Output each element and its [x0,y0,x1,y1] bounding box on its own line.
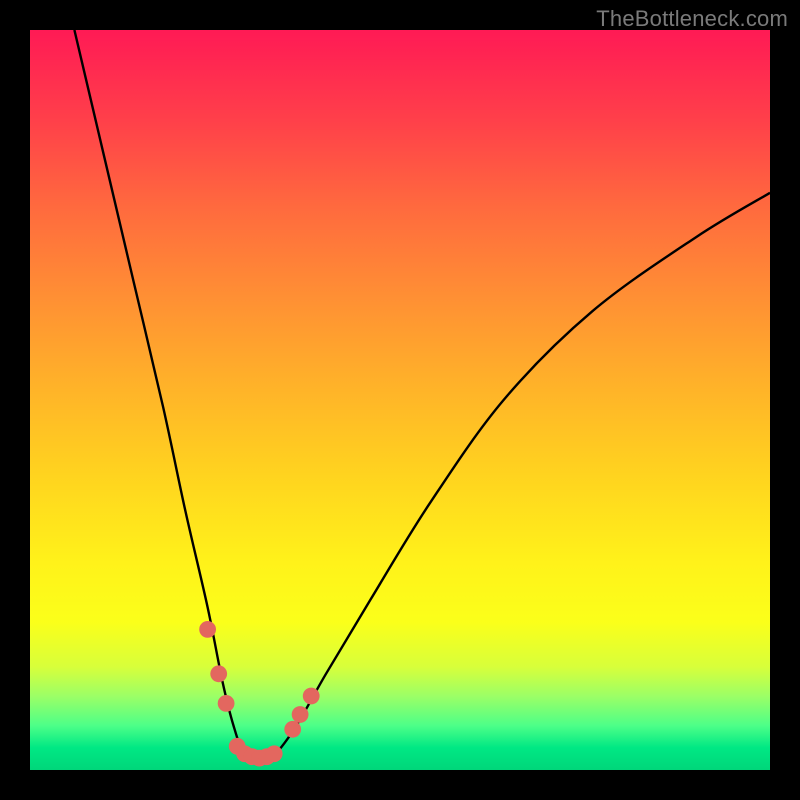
chart-frame: TheBottleneck.com [0,0,800,800]
watermark-text: TheBottleneck.com [596,6,788,32]
curve-layer [30,30,770,770]
marker-dot [292,706,309,723]
marker-dot [303,688,320,705]
marker-dot [218,695,235,712]
marker-dot [210,665,227,682]
marker-dot [266,745,283,762]
plot-area [30,30,770,770]
marker-dot [199,621,216,638]
marker-dot [284,721,301,738]
curve-markers [199,621,319,767]
bottleneck-curve [74,30,770,763]
